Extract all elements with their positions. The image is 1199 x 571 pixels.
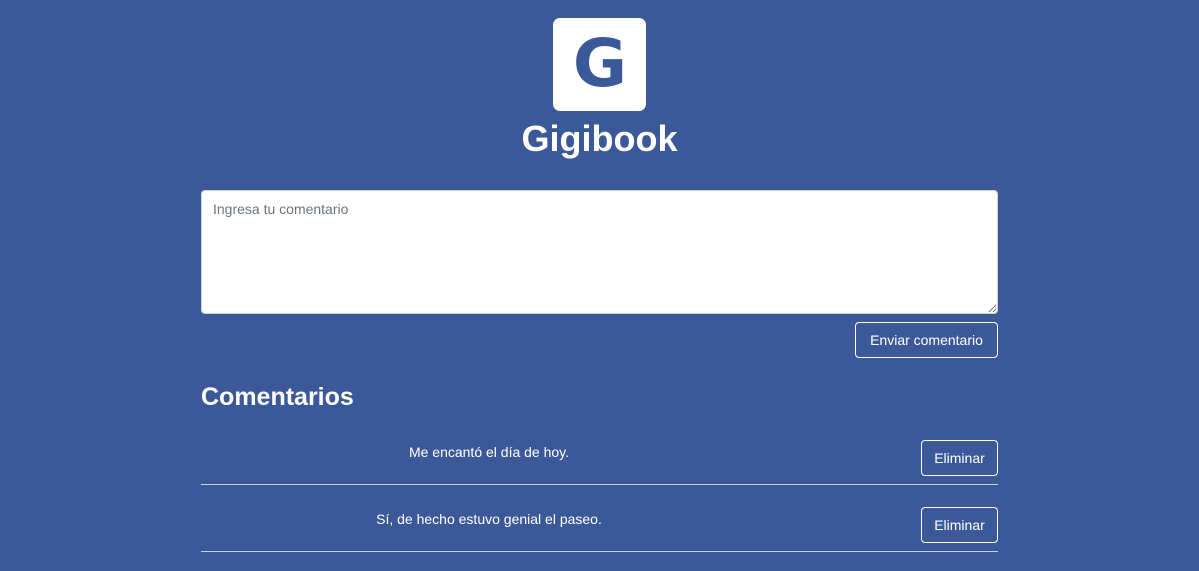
- comment-item: Sí, de hecho estuvo genial el paseo. Eli…: [201, 485, 998, 552]
- comment-input[interactable]: [201, 190, 998, 314]
- comment-list: Me encantó el día de hoy. Eliminar Sí, d…: [201, 418, 998, 552]
- send-comment-button[interactable]: Enviar comentario: [855, 322, 998, 358]
- svg-text:G: G: [572, 32, 626, 98]
- delete-comment-button[interactable]: Eliminar: [921, 507, 998, 543]
- app-logo: G: [553, 18, 646, 111]
- comment-item: Me encantó el día de hoy. Eliminar: [201, 418, 998, 485]
- comments-heading: Comentarios: [201, 383, 354, 411]
- comment-text: Me encantó el día de hoy.: [408, 444, 570, 460]
- logo-g-icon: G: [572, 32, 626, 98]
- delete-comment-button[interactable]: Eliminar: [921, 440, 998, 476]
- app-title: Gigibook: [521, 118, 678, 159]
- comment-text: Sí, de hecho estuvo genial el paseo.: [376, 511, 602, 527]
